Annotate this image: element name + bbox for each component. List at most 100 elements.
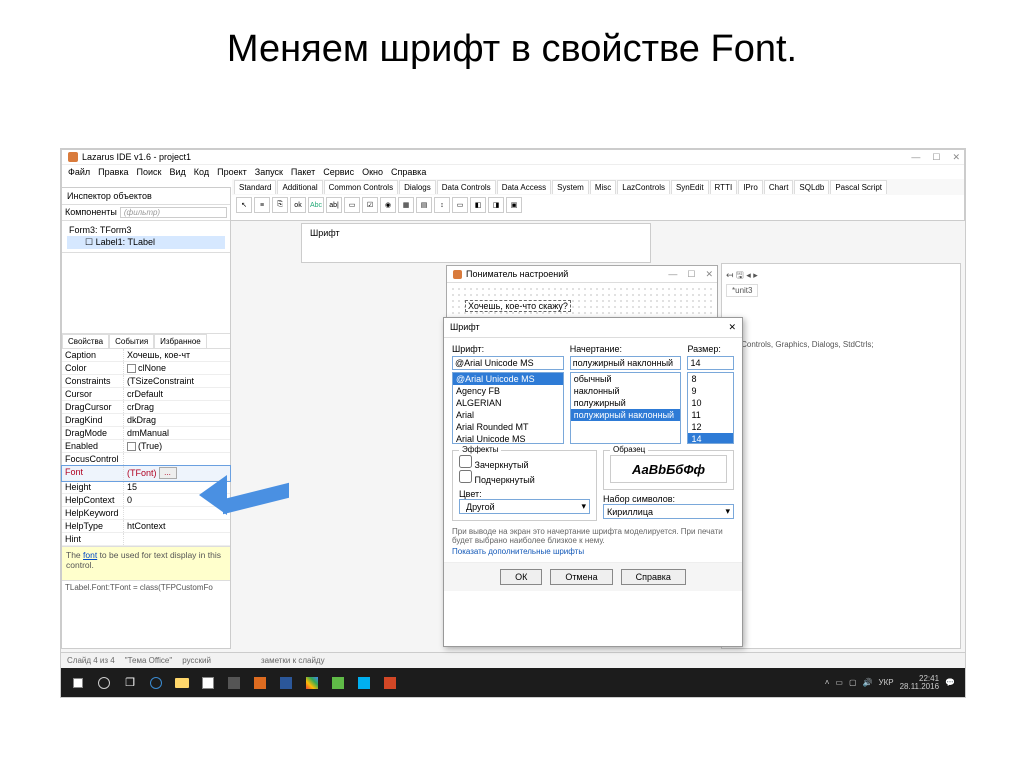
action-center-icon[interactable]: 💬 (945, 678, 955, 687)
list-item[interactable]: 12 (688, 421, 733, 433)
component-icon[interactable]: ▭ (344, 197, 360, 213)
list-item[interactable]: @Arial Unicode MS (453, 373, 563, 385)
property-row[interactable]: FocusControl (62, 453, 230, 466)
palette-tab[interactable]: LazControls (617, 180, 670, 194)
palette-tab[interactable]: SQLdb (794, 180, 829, 194)
help-button[interactable]: Справка (621, 569, 686, 585)
list-item[interactable]: 10 (688, 397, 733, 409)
font-input[interactable] (452, 356, 564, 370)
chrome-icon[interactable] (299, 672, 325, 694)
list-item[interactable]: 9 (688, 385, 733, 397)
oi-tabs[interactable]: Свойства События Избранное (62, 333, 230, 348)
skype-icon[interactable] (351, 672, 377, 694)
menu-item[interactable]: Проект (217, 167, 247, 177)
word-icon[interactable] (273, 672, 299, 694)
palette-tab[interactable]: System (552, 180, 589, 194)
cancel-button[interactable]: Отмена (550, 569, 612, 585)
maximize-icon[interactable]: ☐ (932, 152, 940, 163)
volume-icon[interactable]: 🔊 (863, 678, 873, 687)
menu-item[interactable]: Поиск (137, 167, 162, 177)
cursor-tool-icon[interactable]: ↖ (236, 197, 252, 213)
powerpoint-icon[interactable] (377, 672, 403, 694)
palette-tab[interactable]: Dialogs (399, 180, 436, 194)
font-list[interactable]: @Arial Unicode MSAgency FBALGERIANArialA… (452, 372, 564, 444)
menu-item[interactable]: Вид (170, 167, 186, 177)
editor-tab[interactable]: *unit3 (726, 284, 758, 297)
list-item[interactable]: Arial Rounded MT (453, 421, 563, 433)
menu-item[interactable]: Код (194, 167, 209, 177)
list-item[interactable]: 14 (688, 433, 733, 444)
component-icon[interactable]: ☑ (362, 197, 378, 213)
component-icon[interactable]: ok (290, 197, 306, 213)
window-buttons[interactable]: — ☐ ✕ (911, 152, 960, 163)
palette-tab[interactable]: SynEdit (671, 180, 709, 194)
start-button[interactable] (65, 672, 91, 694)
size-input[interactable] (687, 356, 734, 370)
list-item[interactable]: полужирный (571, 397, 681, 409)
windows-taskbar[interactable]: ❐ ˄ ▭ ▢ 🔊 УКР 22:41 28.11.2016 💬 (61, 668, 965, 697)
property-row[interactable]: CursorcrDefault (62, 388, 230, 401)
list-item[interactable]: 8 (688, 373, 733, 385)
explorer-icon[interactable] (169, 672, 195, 694)
filter-input[interactable]: (фильтр) (120, 207, 227, 218)
menu-item[interactable]: Сервис (323, 167, 354, 177)
component-palette-tabs[interactable]: Standard Additional Common Controls Dial… (232, 179, 964, 195)
component-icon[interactable]: ▭ (452, 197, 468, 213)
lang-indicator[interactable]: УКР (879, 678, 894, 687)
charset-select[interactable]: Кириллица▾ (603, 504, 734, 519)
lazarus-taskbar-icon[interactable] (247, 672, 273, 694)
palette-tab[interactable]: Additional (277, 180, 322, 194)
store-icon[interactable] (195, 672, 221, 694)
oi-tab-props[interactable]: Свойства (62, 334, 109, 348)
palette-tab[interactable]: Standard (234, 180, 276, 194)
property-row[interactable]: Enabled(True) (62, 440, 230, 453)
tree-node-form[interactable]: Form3: TForm3 (67, 224, 225, 236)
close-icon[interactable]: ✕ (728, 322, 736, 333)
property-row[interactable]: Hint (62, 533, 230, 546)
palette-tab[interactable]: RTTI (710, 180, 738, 194)
minimize-icon[interactable]: — (911, 152, 920, 163)
strike-checkbox[interactable] (459, 455, 472, 468)
utorrent-icon[interactable] (325, 672, 351, 694)
help-link[interactable]: font (83, 550, 97, 560)
list-item[interactable]: обычный (571, 373, 681, 385)
close-icon[interactable]: ✕ (952, 152, 960, 163)
edge-icon[interactable] (143, 672, 169, 694)
component-icon[interactable]: Abc (308, 197, 324, 213)
component-icon[interactable]: ▤ (416, 197, 432, 213)
menu-item[interactable]: Окно (362, 167, 383, 177)
ide-menubar[interactable]: Файл Правка Поиск Вид Код Проект Запуск … (62, 165, 964, 179)
component-icon[interactable]: ≡ (254, 197, 270, 213)
property-row[interactable]: DragKinddkDrag (62, 414, 230, 427)
palette-tab[interactable]: IPro (738, 180, 763, 194)
list-item[interactable]: Agency FB (453, 385, 563, 397)
component-icon[interactable]: ⎘ (272, 197, 288, 213)
property-row[interactable]: CaptionХочешь, кое-чт (62, 349, 230, 362)
component-toolbar[interactable]: ↖ ≡ ⎘ ok Abc ab| ▭ ☑ ◉ ▦ ▤ ↕ ▭ ◧ ◨ ▣ (232, 195, 964, 215)
list-item[interactable]: ALGERIAN (453, 397, 563, 409)
list-item[interactable]: 11 (688, 409, 733, 421)
palette-tab[interactable]: Misc (590, 180, 616, 194)
list-item[interactable]: Arial (453, 409, 563, 421)
property-row[interactable]: DragCursorcrDrag (62, 401, 230, 414)
code-editor[interactable]: ↤ 🖫 ◂ ▸ *unit3 ms, Controls, Graphics, D… (721, 263, 961, 649)
battery-icon[interactable]: ▢ (849, 678, 857, 687)
menu-item[interactable]: Файл (68, 167, 90, 177)
cortana-icon[interactable] (91, 672, 117, 694)
oi-tab-events[interactable]: События (109, 334, 154, 348)
property-row[interactable]: DragModedmManual (62, 427, 230, 440)
tray-chevron-icon[interactable]: ˄ (825, 678, 830, 687)
component-icon[interactable]: ab| (326, 197, 342, 213)
component-tree[interactable]: Form3: TForm3 ☐ Label1: TLabel (62, 221, 230, 253)
palette-tab[interactable]: Data Controls (437, 180, 496, 194)
form-window-buttons[interactable]: —☐✕ (668, 269, 713, 280)
palette-tab[interactable]: Pascal Script (830, 180, 887, 194)
component-icon[interactable]: ▣ (506, 197, 522, 213)
list-item[interactable]: наклонный (571, 385, 681, 397)
component-icon[interactable]: ◨ (488, 197, 504, 213)
underline-checkbox[interactable] (459, 470, 472, 483)
size-list[interactable]: 891011121416 (687, 372, 734, 444)
list-item[interactable]: полужирный наклонный (571, 409, 681, 421)
component-icon[interactable]: ◉ (380, 197, 396, 213)
tree-node-label[interactable]: ☐ Label1: TLabel (67, 236, 225, 249)
